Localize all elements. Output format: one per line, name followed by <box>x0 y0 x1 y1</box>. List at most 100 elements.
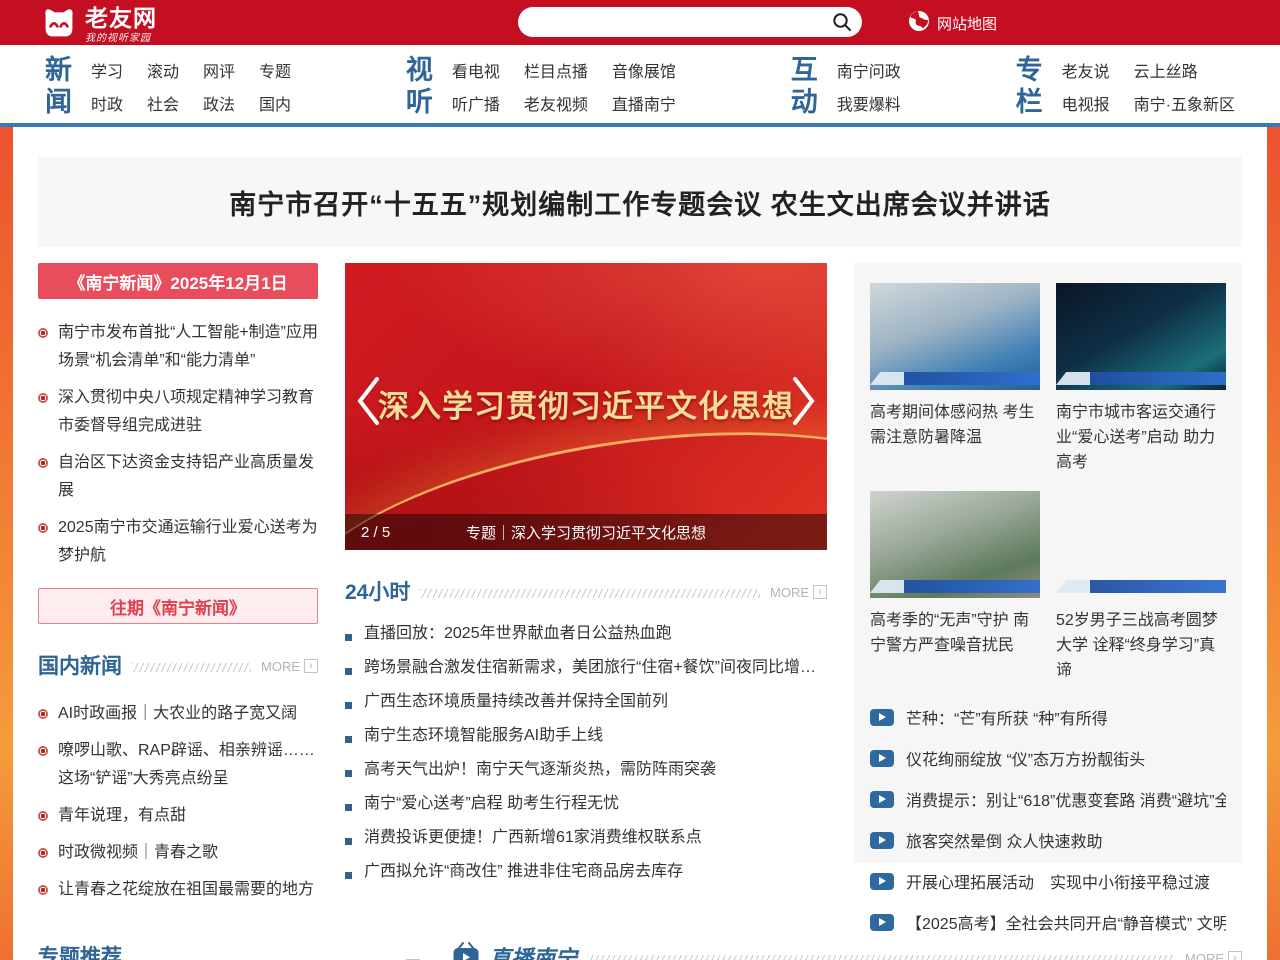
bullet-icon <box>38 709 48 719</box>
carousel-next-icon[interactable] <box>791 375 817 427</box>
site-logo[interactable]: 老友网 我的视听家园 <box>40 4 157 47</box>
video-thumbnail[interactable] <box>870 491 1040 598</box>
list-item[interactable]: 【2025高考】全社会共同开启“静音模式” 文明之… <box>870 910 1226 934</box>
list-item[interactable]: 跨场景融合激发住宿新需求，美团旅行“住宿+餐饮”间夜同比增… <box>345 656 827 680</box>
list-item[interactable]: 让青春之花绽放在祖国最需要的地方 <box>38 876 318 904</box>
nav-link-gundong[interactable]: 滚动 <box>147 58 179 82</box>
live-header: 直播南宁 MORE › <box>452 941 1242 960</box>
play-icon <box>870 791 894 808</box>
domestic-more-link[interactable]: MORE › <box>261 659 318 674</box>
nav-zhuanlan[interactable]: 专栏 <box>1016 54 1046 119</box>
search-input[interactable] <box>518 7 832 37</box>
right-column: 高考期间体感闷热 考生需注意防暑降温 南宁市城市客运交通行业“爱心送考”启动 助… <box>854 263 1242 863</box>
hatch-divider <box>132 663 251 672</box>
play-icon <box>870 709 894 726</box>
bullet-icon <box>345 702 352 709</box>
nav-link-dianshibao[interactable]: 电视报 <box>1062 91 1110 115</box>
carousel-caption-bar: 2 / 5 专题｜深入学习贯彻习近平文化思想 <box>345 514 827 550</box>
video-card-grid: 高考期间体感闷热 考生需注意防暑降温 南宁市城市客运交通行业“爱心送考”启动 助… <box>870 283 1226 683</box>
nav-link-zhuanti[interactable]: 专题 <box>259 58 291 82</box>
video-card[interactable]: 高考季的“无声”守护 南宁警方严查噪音扰民 <box>870 491 1040 683</box>
nav-link-shehui[interactable]: 社会 <box>147 91 179 115</box>
carousel-prev-icon[interactable] <box>355 375 381 427</box>
nav-link-kandianshi[interactable]: 看电视 <box>452 58 500 82</box>
bullet-icon <box>345 872 352 879</box>
carousel[interactable]: 深入学习贯彻习近平文化思想 2 / 5 专题｜深入学习贯彻习近平文化思想 <box>345 263 827 550</box>
top-headline[interactable]: 南宁市召开“十五五”规划编制工作专题会议 农生文出席会议并讲话 <box>229 183 1051 222</box>
carousel-index: 2 / 5 <box>361 524 390 541</box>
video-card[interactable]: 南宁市城市客运交通行业“爱心送考”启动 助力高考 <box>1056 283 1226 475</box>
nav-link-wuxiangxinqu[interactable]: 南宁·五象新区 <box>1134 91 1235 115</box>
list-item[interactable]: 广西拟允许“商改住” 推进非住宅商品房去库存 <box>345 860 827 884</box>
chevron-right-icon: › <box>813 585 827 599</box>
video-caption: 高考期间体感闷热 考生需注意防暑降温 <box>870 400 1040 450</box>
nav-link-laoyoushipin[interactable]: 老友视频 <box>524 91 588 115</box>
page-content: 南宁市召开“十五五”规划编制工作专题会议 农生文出席会议并讲话 《南宁新闻》20… <box>13 127 1267 960</box>
nav-link-zhengfa[interactable]: 政法 <box>203 91 235 115</box>
video-card[interactable]: 高考期间体感闷热 考生需注意防暑降温 <box>870 283 1040 475</box>
nav-group-interact: 互动 南宁问政 我要爆料 <box>791 45 901 123</box>
nav-link-zhibonanning[interactable]: 直播南宁 <box>612 91 676 115</box>
nav-link-wenzheng[interactable]: 南宁问政 <box>837 58 901 82</box>
nav-link-lanmudianbo[interactable]: 栏目点播 <box>524 58 588 82</box>
list-item[interactable]: 时政微视频｜青春之歌 <box>38 839 318 867</box>
nav-link-laoyoushuo[interactable]: 老友说 <box>1062 58 1110 82</box>
list-item[interactable]: 南宁“爱心送考”启程 助考生行程无忧 <box>345 792 827 816</box>
left-column: 《南宁新闻》2025年12月1日 南宁市发布首批“人工智能+制造”应用场景“机会… <box>38 263 318 913</box>
live-more-link[interactable]: MORE › <box>1185 951 1242 960</box>
list-item[interactable]: 青年说理，有点甜 <box>38 802 318 830</box>
video-caption: 高考季的“无声”守护 南宁警方严查噪音扰民 <box>870 608 1040 658</box>
sitemap-link[interactable]: 网站地图 <box>908 10 997 36</box>
nav-link-yunshangsilu[interactable]: 云上丝路 <box>1134 58 1198 82</box>
middle-column: 深入学习贯彻习近平文化思想 2 / 5 专题｜深入学习贯彻习近平文化思想 24小… <box>345 263 827 913</box>
domestic-news-list: AI时政画报｜大农业的路子宽又阔 嘹啰山歌、RAP辟谣、相亲辨谣……这场“铲谣”… <box>38 700 318 904</box>
hours24-more-link[interactable]: MORE › <box>770 585 827 600</box>
play-icon <box>870 832 894 849</box>
list-item[interactable]: 直播回放：2025年世界献血者日公益热血跑 <box>345 622 827 646</box>
chevron-right-icon: › <box>304 659 318 673</box>
list-item[interactable]: 高考天气出炉！南宁天气逐渐炎热，需防阵雨突袭 <box>345 758 827 782</box>
list-item[interactable]: 消费提示：别让“618”优惠变套路 消费“避坑”全指南 <box>870 787 1226 811</box>
carousel-caption[interactable]: 专题｜深入学习贯彻习近平文化思想 <box>345 522 827 543</box>
video-caption: 南宁市城市客运交通行业“爱心送考”启动 助力高考 <box>1056 400 1226 475</box>
search-icon[interactable] <box>832 12 852 32</box>
nav-link-yinxiang[interactable]: 音像展馆 <box>612 58 676 82</box>
list-item[interactable]: 消费投诉更便捷！广西新增61家消费维权联系点 <box>345 826 827 850</box>
bullet-icon <box>38 328 48 338</box>
list-item[interactable]: 深入贯彻中央八项规定精神学习教育市委督导组完成进驻 <box>38 384 318 440</box>
bullet-icon <box>345 838 352 845</box>
bullet-icon <box>38 848 48 858</box>
nav-link-baoliao[interactable]: 我要爆料 <box>837 91 901 115</box>
list-item[interactable]: 旅客突然晕倒 众人快速救助 <box>870 828 1226 852</box>
nav-link-guonei[interactable]: 国内 <box>259 91 291 115</box>
nav-link-shizheng[interactable]: 时政 <box>91 91 123 115</box>
domestic-news-title: 国内新闻 <box>38 650 122 680</box>
list-item[interactable]: 自治区下达资金支持铝产业高质量发展 <box>38 449 318 505</box>
list-item[interactable]: 南宁市发布首批“人工智能+制造”应用场景“机会清单”和“能力清单” <box>38 319 318 375</box>
nav-link-tingguangbo[interactable]: 听广播 <box>452 91 500 115</box>
search-bar <box>518 7 862 37</box>
list-item[interactable]: 嘹啰山歌、RAP辟谣、相亲辨谣……这场“铲谣”大秀亮点纷呈 <box>38 737 318 793</box>
nav-group-video: 视听 看电视 栏目点播 音像展馆 听广播 老友视频 直播南宁 <box>406 45 676 123</box>
nav-group-columns: 专栏 老友说 云上丝路 电视报 南宁·五象新区 <box>1016 45 1235 123</box>
nav-news[interactable]: 新闻 <box>45 54 75 119</box>
nav-shiting[interactable]: 视听 <box>406 54 436 119</box>
list-item[interactable]: 广西生态环境质量持续改善并保持全国前列 <box>345 690 827 714</box>
top-headline-box: 南宁市召开“十五五”规划编制工作专题会议 农生文出席会议并讲话 <box>38 157 1242 247</box>
list-item[interactable]: 开展心理拓展活动 实现中小衔接平稳过渡 <box>870 869 1226 893</box>
list-item[interactable]: 芒种：“芒”有所获 “种”有所得 <box>870 705 1226 729</box>
list-item[interactable]: AI时政画报｜大农业的路子宽又阔 <box>38 700 318 728</box>
hatch-divider <box>420 589 760 598</box>
list-item[interactable]: 南宁生态环境智能服务AI助手上线 <box>345 724 827 748</box>
video-thumbnail[interactable] <box>870 283 1040 390</box>
video-card[interactable]: 52岁男子三战高考圆梦大学 诠释“终身学习”真谛 <box>1056 491 1226 683</box>
video-thumbnail[interactable] <box>1056 491 1226 598</box>
nav-hudong[interactable]: 互动 <box>791 54 821 119</box>
nav-link-wangping[interactable]: 网评 <box>203 58 235 82</box>
list-item[interactable]: 2025南宁市交通运输行业爱心送考为梦护航 <box>38 514 318 570</box>
list-item[interactable]: 仪花绚丽绽放 “仪”态万方扮靓街头 <box>870 746 1226 770</box>
nav-link-xuexi[interactable]: 学习 <box>91 58 123 82</box>
video-thumbnail[interactable] <box>1056 283 1226 390</box>
hatch-divider <box>587 955 1175 960</box>
archive-button[interactable]: 往期《南宁新闻》 <box>38 588 318 624</box>
